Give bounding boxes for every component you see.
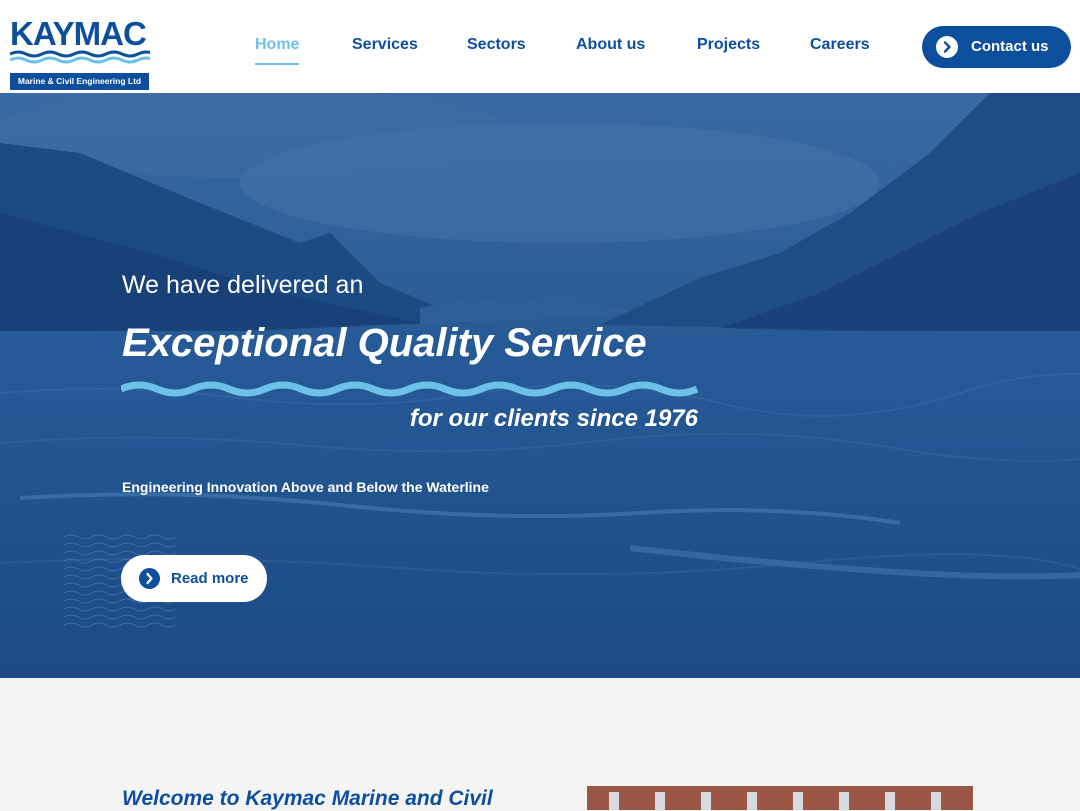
- kaymac-logo[interactable]: KAYMAC Marine & Civil Engineering Ltd: [10, 15, 150, 90]
- nav-item-label: Services: [352, 36, 418, 53]
- contact-us-label: Contact us: [971, 38, 1049, 55]
- nav-item-services[interactable]: Services: [352, 36, 418, 54]
- nav-item-label: Home: [255, 36, 300, 53]
- photo-window: [793, 792, 803, 810]
- wave-divider-icon: [121, 381, 699, 397]
- nav-item-label: About us: [576, 36, 646, 53]
- chevron-right-icon: [139, 568, 160, 589]
- hero-banner: We have delivered an Exceptional Quality…: [0, 93, 1080, 678]
- nav-item-careers[interactable]: Careers: [810, 36, 870, 54]
- logo-subtitle: Marine & Civil Engineering Ltd: [10, 73, 149, 90]
- nav-item-label: Sectors: [467, 36, 526, 53]
- photo-window: [655, 792, 665, 810]
- photo-window: [609, 792, 619, 810]
- nav-item-home[interactable]: Home: [255, 36, 300, 65]
- photo-window: [885, 792, 895, 810]
- read-more-button[interactable]: Read more: [121, 555, 267, 602]
- building-photo: [587, 786, 973, 810]
- photo-window: [747, 792, 757, 810]
- nav-item-label: Projects: [697, 36, 761, 53]
- read-more-label: Read more: [171, 570, 249, 587]
- site-header: KAYMAC Marine & Civil Engineering Ltd Ho…: [0, 0, 1080, 93]
- logo-wordmark: KAYMAC: [10, 15, 147, 52]
- hero-tagline: Engineering Innovation Above and Below t…: [122, 479, 489, 495]
- nav-item-label: Careers: [810, 36, 870, 53]
- welcome-heading: Welcome to Kaymac Marine and Civil: [122, 787, 493, 810]
- logo-waves-icon: [10, 50, 150, 64]
- photo-window: [701, 792, 711, 810]
- photo-window: [839, 792, 849, 810]
- nav-item-sectors[interactable]: Sectors: [467, 36, 526, 54]
- nav-item-projects[interactable]: Projects: [697, 36, 760, 54]
- hero-title: Exceptional Quality Service: [122, 321, 647, 365]
- chevron-right-icon: [936, 36, 958, 58]
- active-underline: [255, 63, 300, 65]
- photo-window: [931, 792, 941, 810]
- nav-item-about-us[interactable]: About us: [576, 36, 645, 54]
- hero-intro-line: We have delivered an: [122, 271, 364, 299]
- contact-us-button[interactable]: Contact us: [922, 26, 1071, 68]
- hero-since-line: for our clients since 1976: [409, 405, 698, 432]
